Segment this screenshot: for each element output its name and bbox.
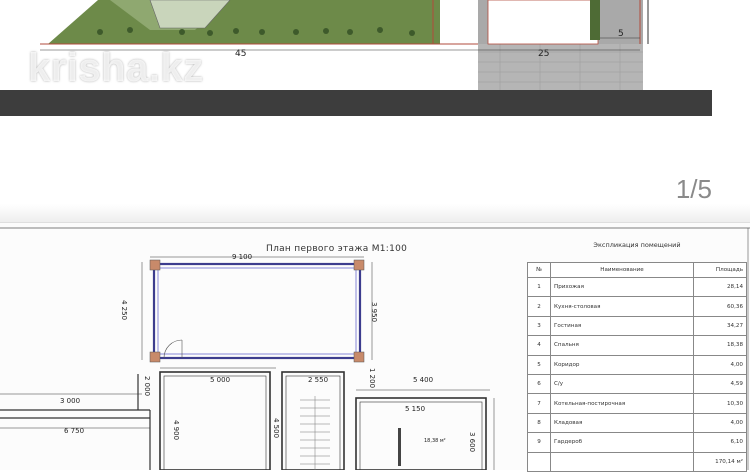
page-divider [0, 204, 750, 223]
cell-name: Котельная-постирочная [550, 393, 694, 414]
green-roof [48, 0, 440, 44]
cell-name: Гостиная [550, 315, 694, 337]
elevation-dim-45: 45 [235, 49, 246, 59]
dim-label: 5 000 [210, 376, 231, 384]
page-indicator: 1/5 [675, 174, 712, 204]
col-name: Наименование [550, 262, 694, 278]
cell-number: 8 [527, 412, 551, 434]
cell-area: 28,14 [693, 276, 747, 298]
explication-table: № Наименование Площадь 1 Прихожая 28,14 … [527, 262, 747, 472]
cell-total: 170,14 м² [693, 451, 747, 472]
table-total-row: 170,14 м² [527, 451, 747, 472]
cell-number: 7 [527, 393, 551, 414]
cell-name: Прихожая [550, 276, 694, 298]
ground-strip [0, 90, 712, 116]
dim-label: 3 600 [468, 432, 476, 453]
col-number: № [527, 262, 551, 278]
cell-area: 34,27 [693, 315, 747, 337]
cell-area: 18,38 [693, 335, 747, 356]
table-row: 5 Коридор 4,00 [527, 354, 747, 375]
table-row: 6 С/у 4,59 [527, 373, 747, 395]
plan-title: План первого этажа М1:100 [266, 244, 408, 254]
col-area: Площадь [693, 262, 747, 278]
elevation-drawing: 45 25 5 krisha.kz [0, 0, 750, 120]
table-row: 7 Котельная-постирочная 10,30 [527, 393, 747, 414]
dim-label: 9 100 [232, 253, 253, 261]
table-row: 2 Кухня-столовая 60,36 [527, 296, 747, 317]
table-row: 4 Спальня 18,38 [527, 335, 747, 356]
cell-number: 6 [527, 373, 551, 395]
cell-name: Кухня-столовая [550, 296, 694, 317]
dim-label: 4 250 [120, 300, 128, 321]
dim-label: 3 950 [370, 302, 378, 323]
cell-name [550, 451, 694, 472]
table-header-row: № Наименование Площадь [527, 262, 747, 278]
cell-number: 5 [527, 354, 551, 375]
cell-name: Спальня [550, 335, 694, 356]
cell-area: 6,10 [693, 432, 747, 453]
dim-label: 6 750 [64, 427, 85, 435]
table-row: 9 Гардероб 6,10 [527, 432, 747, 453]
cell-area: 4,00 [693, 412, 747, 434]
dim-label: 2 550 [308, 376, 329, 384]
elevation-dim-5: 5 [618, 29, 624, 39]
table-row: 1 Прихожая 28,14 [527, 276, 747, 298]
dim-label: 1 200 [368, 368, 376, 389]
cell-number: 1 [527, 276, 551, 298]
explication-title: Экспликация помещений [593, 241, 681, 249]
cell-name: Кладовая [550, 412, 694, 434]
cell-number: 4 [527, 335, 551, 356]
cell-name: Коридор [550, 354, 694, 375]
cell-number: 3 [527, 315, 551, 337]
cell-area: 60,36 [693, 296, 747, 317]
cell-number: 2 [527, 296, 551, 317]
dim-label: 4 500 [272, 418, 280, 439]
dim-label: 5 150 [405, 405, 426, 413]
dim-label: 2 000 [143, 376, 151, 397]
cell-name: С/у [550, 373, 694, 395]
watermark: krisha.kz [28, 46, 204, 90]
dim-label: 4 900 [172, 420, 180, 441]
table-row: 3 Гостиная 34,27 [527, 315, 747, 337]
table-row: 8 Кладовая 4,00 [527, 412, 747, 434]
elevation-dim-25: 25 [538, 49, 549, 59]
dim-label: 5 400 [413, 376, 434, 384]
cell-number [527, 451, 551, 472]
cell-name: Гардероб [550, 432, 694, 453]
room-area-label: 18,38 м² [424, 438, 446, 444]
dim-label: 3 000 [60, 397, 81, 405]
cell-area: 4,00 [693, 354, 747, 375]
cell-area: 4,59 [693, 373, 747, 395]
cell-area: 10,30 [693, 393, 747, 414]
cell-number: 9 [527, 432, 551, 453]
